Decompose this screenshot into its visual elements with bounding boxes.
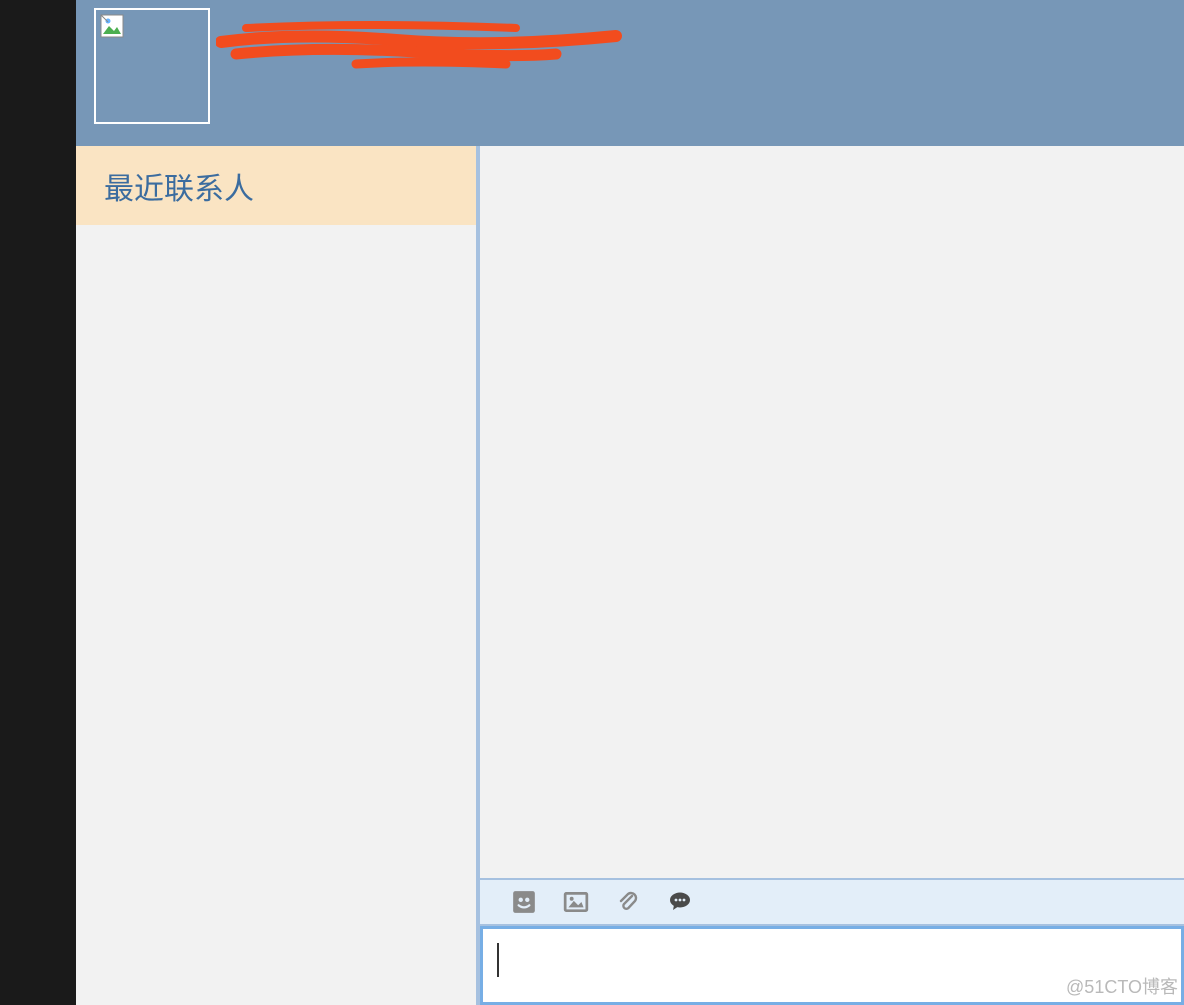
message-input[interactable]: [495, 939, 1169, 992]
recent-contacts-label: 最近联系人: [104, 164, 254, 208]
emoji-icon[interactable]: [510, 888, 538, 916]
redaction-scribble: [216, 14, 636, 74]
username: huang 4: [246, 22, 369, 61]
sidebar-header[interactable]: 最近联系人: [76, 146, 476, 225]
chat-app: huang 4 最近联系人: [76, 0, 1184, 1005]
message-input-area[interactable]: [480, 926, 1184, 1005]
attachment-icon[interactable]: [614, 888, 642, 916]
input-toolbar: [480, 878, 1184, 926]
contacts-list: [76, 225, 476, 1005]
sidebar: 最近联系人: [76, 146, 476, 1005]
image-icon[interactable]: [562, 888, 590, 916]
broken-image-icon: [100, 14, 124, 38]
text-cursor: [497, 943, 499, 977]
body: 最近联系人: [76, 146, 1184, 1005]
header: huang 4: [76, 0, 1184, 146]
avatar[interactable]: [94, 8, 210, 124]
chat-area: [476, 146, 1184, 1005]
messages-pane: [480, 146, 1184, 878]
chat-bubble-icon[interactable]: [666, 888, 694, 916]
